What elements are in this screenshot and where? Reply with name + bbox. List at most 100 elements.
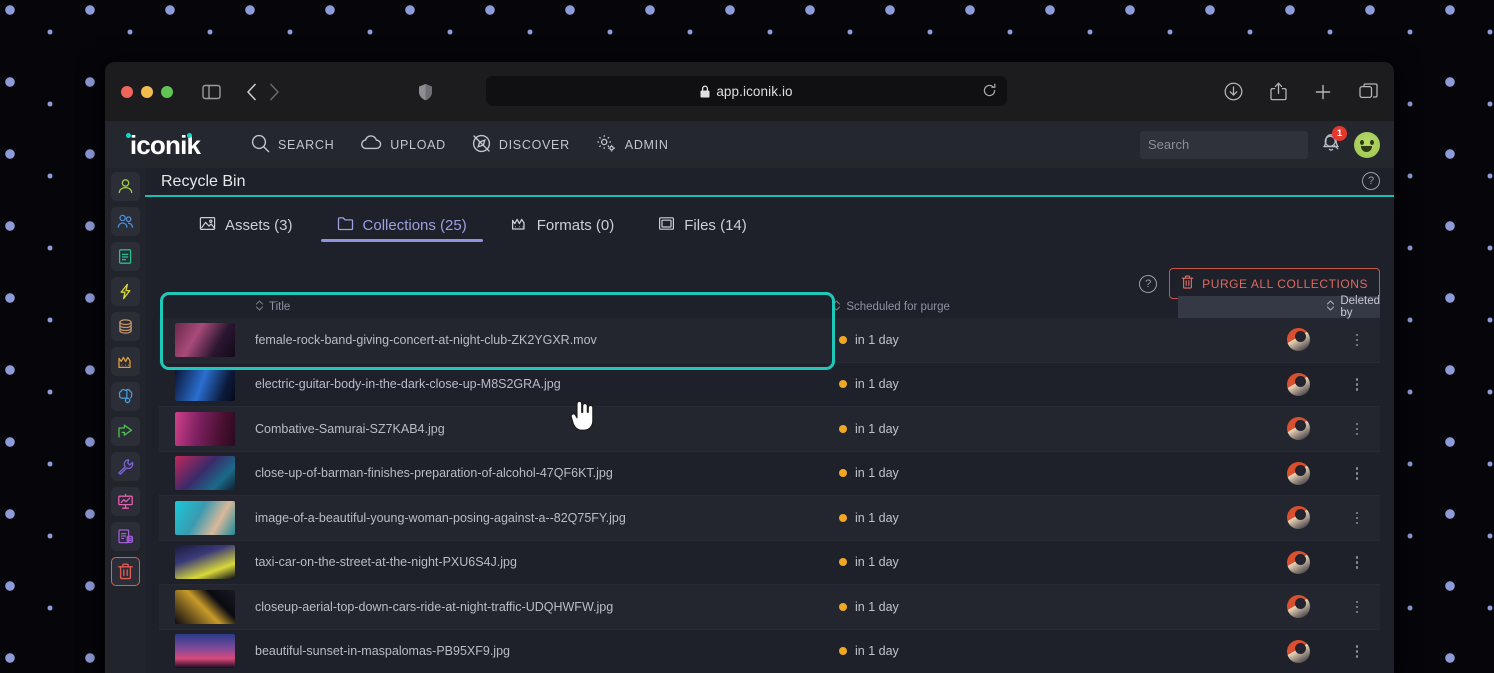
avatar[interactable] [1286,417,1310,441]
sidebar-item-ai[interactable] [110,382,140,411]
minimize-window-button[interactable] [141,85,153,98]
forward-button[interactable] [269,83,280,101]
nav-discover-label: DISCOVER [498,137,570,152]
address-bar[interactable]: app.iconik.io [486,76,1007,106]
row-deleted-by-cell [1189,461,1380,485]
avatar[interactable] [1286,550,1310,574]
trash-icon [117,563,133,580]
page-header: Recycle Bin ? [145,168,1394,197]
sidebar-item-groups[interactable] [110,207,140,236]
notifications-button[interactable]: 1 [1322,125,1347,157]
sidebar-item-analytics[interactable] [110,487,140,516]
row-thumbnail [175,545,235,580]
avatar-mouth [1361,145,1372,152]
table-row[interactable]: taxi-car-on-the-street-at-the-night-PXU6… [159,540,1380,585]
gear-icon [596,134,617,156]
row-scheduled-label: in 1 day [855,644,899,659]
tab-underline [320,239,483,242]
new-tab-icon[interactable] [1314,83,1332,101]
presentation-chart-icon [117,493,133,509]
iconik-logo[interactable]: iconik [105,132,225,158]
row-thumbnail [175,634,235,669]
file-window-icon [658,215,675,236]
column-header-title-label: Title [269,301,291,313]
table-row[interactable]: beautiful-sunset-in-maspalomas-PB95XF9.j… [159,629,1380,673]
column-header-title[interactable]: Title [159,300,832,314]
avatar[interactable] [1286,372,1310,396]
row-menu-icon[interactable] [1352,330,1363,351]
tab-assets[interactable]: Assets (3) [177,202,315,248]
search-icon [251,134,270,156]
sidebar-item-storages[interactable] [110,312,140,341]
download-icon[interactable] [1224,82,1243,101]
nav-upload[interactable]: UPLOAD [360,135,446,154]
help-circle-icon[interactable]: ? [1362,172,1380,190]
sidebar-item-shares[interactable] [110,417,140,446]
row-menu-icon[interactable] [1352,374,1363,395]
nav-discover[interactable]: DISCOVER [472,134,570,156]
sidebar-item-automations[interactable] [110,277,140,306]
row-thumbnail [175,411,235,446]
close-window-button[interactable] [121,85,133,98]
row-menu-icon[interactable] [1352,641,1363,662]
search-input-wrapper[interactable] [1140,130,1339,159]
folder-icon [337,215,354,236]
avatar-eye [1370,139,1374,145]
sidebar-item-transcode[interactable] [110,347,140,376]
column-header-deleted-by[interactable]: Deleted by [1178,295,1380,319]
row-title: closeup-aerial-top-down-cars-ride-at-nig… [255,599,614,614]
url-text: app.iconik.io [716,83,793,99]
table-row[interactable]: female-rock-band-giving-concert-at-night… [159,318,1380,363]
tab-formats-label: Formats (0) [536,216,615,234]
tab-collections[interactable]: Collections (25) [315,202,489,248]
waveform-factory-icon [117,356,131,369]
table-row[interactable]: Combative-Samurai-SZ7KAB4.jpg in 1 day [159,407,1380,452]
lightning-bolt-icon [120,283,130,300]
sort-icon [255,300,264,314]
help-circle-icon[interactable]: ? [1139,274,1158,293]
row-menu-icon[interactable] [1352,463,1363,484]
row-menu-icon[interactable] [1352,419,1363,440]
reload-button[interactable] [982,83,997,103]
shield-icon[interactable] [418,83,433,101]
table-row[interactable]: image-of-a-beautiful-young-woman-posing-… [159,496,1380,541]
tab-collections-label: Collections (25) [362,216,467,234]
column-header-scheduled-label: Scheduled for purge [846,301,950,313]
row-menu-icon[interactable] [1352,552,1363,573]
table-row[interactable]: electric-guitar-body-in-the-dark-close-u… [159,362,1380,407]
nav-search[interactable]: SEARCH [251,134,334,156]
sidebar-item-users[interactable] [110,172,140,201]
status-dot-icon [839,513,847,522]
tab-formats[interactable]: Formats (0) [489,202,637,248]
table-body: female-rock-band-giving-concert-at-night… [159,318,1380,673]
row-scheduled-label: in 1 day [855,466,899,481]
tab-overview-icon[interactable] [1359,82,1378,101]
table-row[interactable]: closeup-aerial-top-down-cars-ride-at-nig… [159,585,1380,630]
column-header-scheduled[interactable]: Scheduled for purge [832,300,1178,314]
admin-sidebar [105,168,145,673]
avatar[interactable] [1286,328,1310,352]
tab-files[interactable]: Files (14) [636,202,769,248]
nav-admin[interactable]: ADMIN [596,134,669,156]
row-scheduled-cell: in 1 day [839,600,1189,614]
avatar[interactable] [1286,595,1310,619]
table-row[interactable]: close-up-of-barman-finishes-preparation-… [159,451,1380,496]
avatar[interactable] [1286,461,1310,485]
avatar-eye [1360,139,1364,145]
sidebar-item-settings[interactable] [110,452,140,481]
browser-window: app.iconik.io iconik SEARCH UPLOAD DISCO… [105,62,1394,673]
sidebar-item-metadata[interactable] [110,242,140,271]
search-input[interactable] [1148,137,1324,152]
avatar[interactable] [1286,639,1310,663]
row-menu-icon[interactable] [1352,508,1363,529]
sidebar-item-recycle-bin[interactable] [110,557,140,586]
row-scheduled-cell: in 1 day [839,555,1189,569]
maximize-window-button[interactable] [161,85,173,98]
back-button[interactable] [246,83,257,101]
avatar[interactable] [1354,131,1380,158]
sidebar-item-logs[interactable] [110,522,140,551]
row-menu-icon[interactable] [1352,597,1363,618]
share-icon[interactable] [1270,82,1287,101]
sidebar-toggle-icon[interactable] [202,84,221,100]
avatar[interactable] [1286,506,1310,530]
